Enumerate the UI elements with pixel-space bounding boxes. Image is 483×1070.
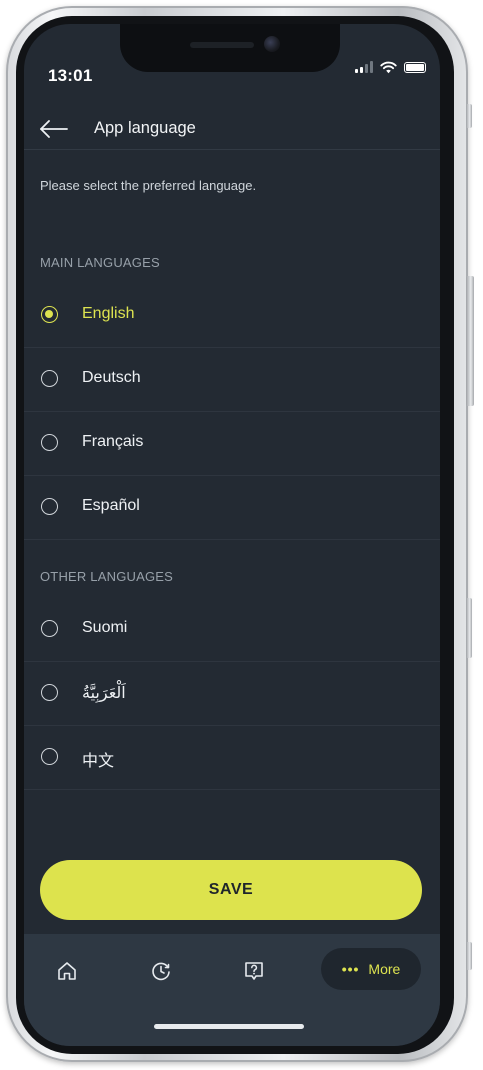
page-title: App language	[94, 119, 196, 137]
language-label: اَلْعَرَبِيَّةُ	[82, 685, 126, 702]
radio-icon[interactable]	[41, 748, 58, 765]
language-label: Deutsch	[82, 369, 141, 386]
language-option-espanol[interactable]: Español	[24, 476, 440, 540]
wifi-icon	[380, 61, 397, 73]
arrow-left-icon[interactable]	[36, 118, 70, 140]
stage: 13:01 App language Please select the pre…	[0, 0, 483, 1070]
radio-icon[interactable]	[41, 370, 58, 387]
status-time: 13:01	[48, 66, 93, 85]
status-icons	[355, 58, 426, 76]
other-language-list: Suomi اَلْعَرَبِيَّةُ 中文	[24, 598, 440, 790]
language-option-suomi[interactable]: Suomi	[24, 598, 440, 662]
radio-selected-icon[interactable]	[41, 306, 58, 323]
side-button	[466, 598, 472, 658]
header: App language	[24, 110, 440, 150]
language-label: Français	[82, 433, 144, 450]
section-label-other: OTHER LANGUAGES	[40, 569, 174, 584]
section-label-main: MAIN LANGUAGES	[40, 255, 160, 270]
front-camera	[264, 36, 280, 52]
history-icon[interactable]	[150, 960, 172, 982]
home-indicator[interactable]	[154, 1024, 304, 1029]
language-label: Suomi	[82, 619, 128, 636]
speaker-grille	[190, 42, 254, 48]
more-label: More	[368, 961, 401, 977]
language-option-francais[interactable]: Français	[24, 412, 440, 476]
battery-level	[406, 63, 424, 71]
more-dots-icon: •••	[341, 961, 360, 977]
power-button	[466, 276, 474, 406]
side-button	[466, 104, 472, 128]
language-label: 中文	[82, 753, 115, 770]
radio-icon[interactable]	[41, 620, 58, 637]
more-button[interactable]: ••• More	[321, 948, 421, 990]
intro-text: Please select the preferred language.	[40, 178, 257, 193]
language-label: English	[82, 305, 135, 322]
bottom-nav: ••• More	[24, 934, 440, 1046]
language-label: Español	[82, 497, 140, 514]
side-button	[466, 942, 472, 970]
notch	[120, 24, 340, 72]
battery-icon	[404, 61, 426, 73]
home-icon[interactable]	[56, 960, 78, 982]
signal-icon	[355, 61, 373, 73]
language-option-chinese[interactable]: 中文	[24, 726, 440, 790]
help-icon[interactable]	[243, 960, 265, 982]
language-option-arabic[interactable]: اَلْعَرَبِيَّةُ	[24, 662, 440, 726]
language-option-english[interactable]: English	[24, 284, 440, 348]
header-divider	[24, 149, 440, 150]
radio-icon[interactable]	[41, 684, 58, 701]
language-option-deutsch[interactable]: Deutsch	[24, 348, 440, 412]
main-language-list: English Deutsch Français Español	[24, 284, 440, 540]
radio-icon[interactable]	[41, 498, 58, 515]
screen: 13:01 App language Please select the pre…	[24, 24, 440, 1046]
save-button[interactable]: SAVE	[40, 860, 422, 920]
radio-icon[interactable]	[41, 434, 58, 451]
